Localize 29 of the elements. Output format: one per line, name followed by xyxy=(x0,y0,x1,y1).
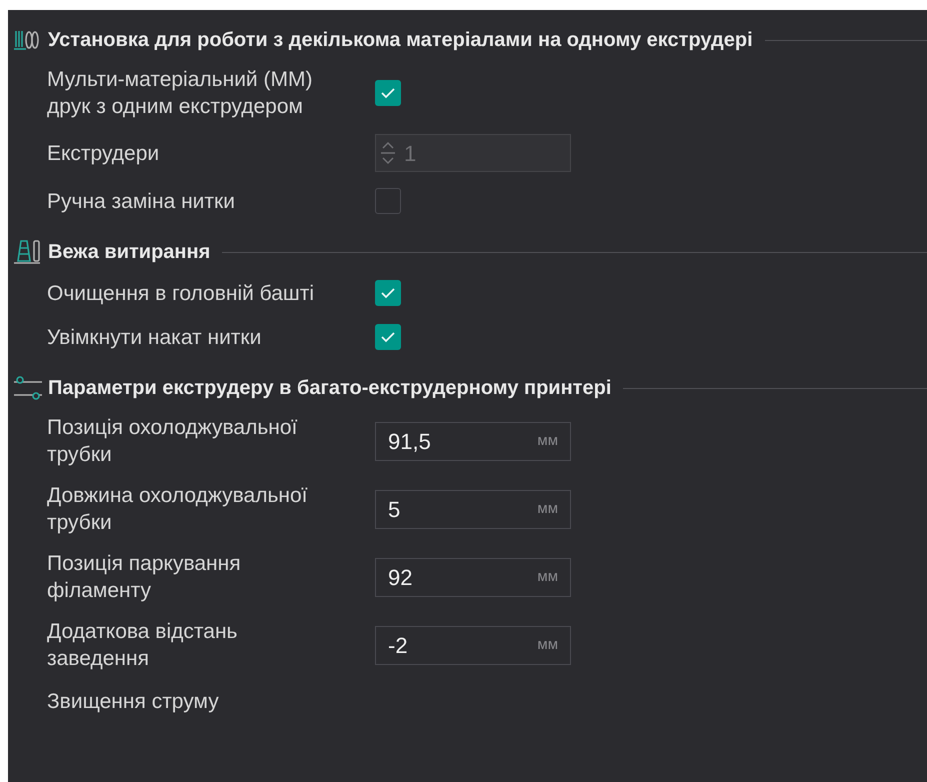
setting-label: Позиція паркування філаменту xyxy=(47,551,242,604)
number-field[interactable]: 5 мм xyxy=(375,490,571,528)
checkbox[interactable] xyxy=(375,280,401,306)
setting-label: Позиція охолоджувальної трубки xyxy=(47,415,298,468)
setting-label: Очищення в головній башті xyxy=(47,280,316,306)
unit-label: мм xyxy=(537,566,558,587)
checkbox[interactable] xyxy=(375,80,401,106)
setting-label: Звищення струму xyxy=(47,688,220,714)
check-icon xyxy=(380,331,396,343)
unit-label: мм xyxy=(537,634,558,655)
setting-label: Мульти-матеріальний (ММ) друк з одним екструдером xyxy=(47,67,314,120)
section-title: Параметри екструдеру в багато-екструдерному принтері xyxy=(48,376,612,401)
setting-label: Екструдери xyxy=(47,140,160,166)
checkbox[interactable] xyxy=(375,324,401,350)
sliders-icon xyxy=(12,375,44,401)
number-field[interactable]: -2 мм xyxy=(375,626,571,664)
setting-label: Додаткова відстань заведення xyxy=(47,619,238,672)
check-icon xyxy=(380,287,396,299)
setting-label: Ручна заміна нитки xyxy=(47,188,236,214)
number-field[interactable]: 92 мм xyxy=(375,558,571,596)
checkbox[interactable] xyxy=(375,188,401,214)
unit-label: мм xyxy=(537,430,558,451)
setting-label: Увімкнути накат нитки xyxy=(47,324,262,350)
setting-label: Довжина охолоджувальної трубки xyxy=(47,483,309,536)
unit-label: мм xyxy=(537,498,558,519)
section-title: Установка для роботи з декількома матеріалами на одному екструдері xyxy=(48,28,753,53)
section-title: Вежа витирання xyxy=(48,240,210,265)
check-icon xyxy=(380,87,396,99)
number-field[interactable]: 91,5 мм xyxy=(375,422,571,460)
